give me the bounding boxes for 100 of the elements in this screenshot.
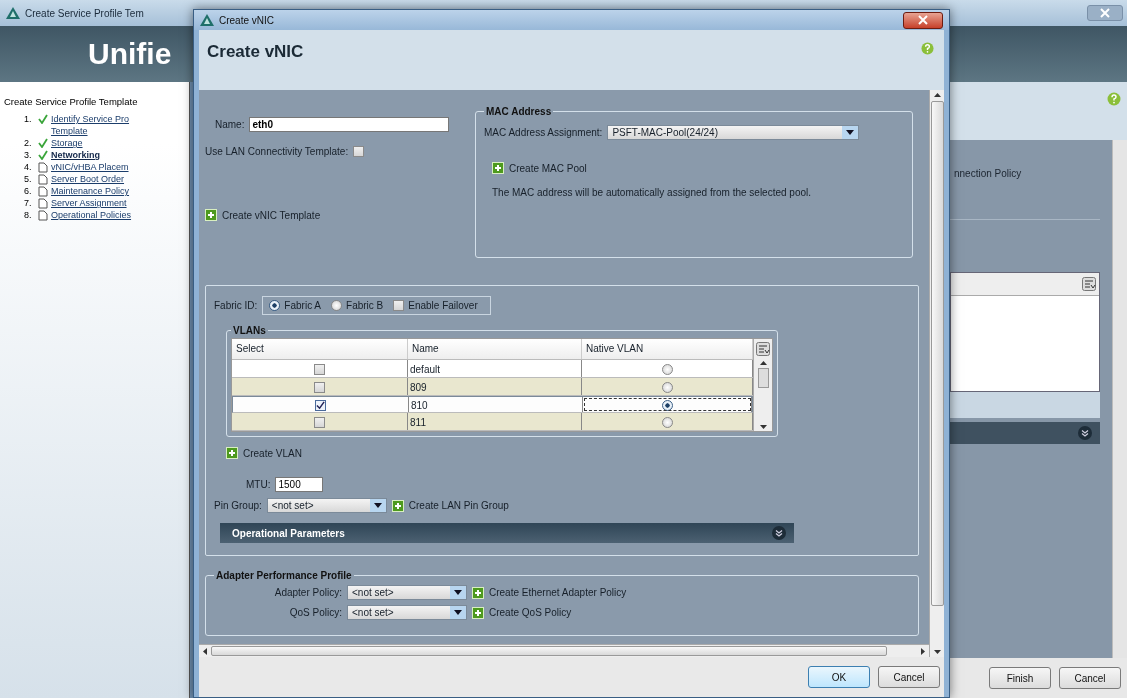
native-vlan-radio[interactable] xyxy=(661,364,673,375)
mtu-label: MTU: xyxy=(246,479,271,490)
arrow-up-icon[interactable] xyxy=(759,361,767,365)
plus-icon[interactable] xyxy=(472,586,484,599)
dialog-button[interactable]: Cancel xyxy=(878,666,940,688)
column-header[interactable]: Name xyxy=(408,339,582,359)
native-vlan-radio[interactable] xyxy=(661,417,673,428)
lan-template-checkbox[interactable] xyxy=(353,146,365,157)
header-title: Unifie xyxy=(88,37,172,71)
triangle-logo-icon xyxy=(6,7,20,19)
create-policy-link[interactable]: Create QoS Policy xyxy=(489,607,572,618)
step-link[interactable]: Operational Policies xyxy=(51,209,132,221)
step-number: 2. xyxy=(24,137,33,149)
step-link[interactable]: Server Assignment xyxy=(51,197,127,209)
step-number: 7. xyxy=(24,197,33,209)
wizard-title: Create Service Profile Template xyxy=(4,96,139,107)
arrow-down-icon[interactable] xyxy=(933,650,941,654)
step-number: 6. xyxy=(24,185,33,197)
step-link[interactable]: Server Boot Order xyxy=(51,173,125,185)
arrow-up-icon[interactable] xyxy=(933,93,941,97)
name-field[interactable]: eth0 xyxy=(249,117,450,132)
pin-group-dropdown[interactable]: <not set> xyxy=(266,498,387,513)
group-legend: VLANs xyxy=(231,325,268,336)
step-link[interactable]: Networking xyxy=(51,149,100,161)
window-title: Create Service Profile Tem xyxy=(25,7,144,19)
create-mac-pool-link[interactable]: Create MAC Pool xyxy=(509,162,587,174)
step-number: 1. xyxy=(24,113,33,125)
dialog-heading: Create vNIC xyxy=(207,42,304,62)
caret-down-icon[interactable] xyxy=(373,503,382,508)
caret-down-icon[interactable] xyxy=(846,130,855,135)
page-icon xyxy=(38,186,48,197)
vertical-scrollbar[interactable] xyxy=(1112,140,1127,658)
wizard-button[interactable]: Finish xyxy=(989,667,1051,689)
select-checkbox[interactable] xyxy=(314,364,325,375)
arrow-left-icon[interactable] xyxy=(203,647,207,655)
help-icon[interactable] xyxy=(1107,92,1121,106)
lan-template-label: Use LAN Connectivity Template: xyxy=(205,146,349,157)
fabric-option-label: Fabric B xyxy=(346,300,384,311)
failover-checkbox[interactable] xyxy=(393,300,405,311)
vlan-row[interactable]: 809 xyxy=(232,378,753,396)
vlan-row[interactable]: 811 xyxy=(232,413,753,431)
plus-icon[interactable] xyxy=(472,606,484,619)
caret-down-icon[interactable] xyxy=(454,610,462,615)
scroll-thumb[interactable] xyxy=(757,368,769,388)
mac-assignment-dropdown[interactable]: PSFT-MAC-Pool(24/24) xyxy=(607,125,860,140)
mtu-field[interactable]: 1500 xyxy=(275,477,324,492)
create-pin-group-link[interactable]: Create LAN Pin Group xyxy=(408,500,509,511)
column-chooser-icon[interactable] xyxy=(756,342,770,356)
close-icon[interactable] xyxy=(1100,8,1110,18)
operational-parameters-bar[interactable]: Operational Parameters xyxy=(220,523,794,543)
native-vlan-radio[interactable] xyxy=(661,382,673,393)
select-checkbox[interactable] xyxy=(314,382,325,393)
group-legend: Adapter Performance Profile xyxy=(214,570,354,581)
vertical-scrollbar[interactable] xyxy=(756,359,770,431)
vlan-row[interactable]: default xyxy=(232,360,753,378)
policy-label: nnection Policy xyxy=(954,168,1023,179)
plus-icon[interactable] xyxy=(226,447,238,459)
select-checkbox[interactable] xyxy=(314,417,325,428)
chevron-down-icon[interactable] xyxy=(772,526,786,540)
help-icon[interactable] xyxy=(921,42,934,55)
vlan-row[interactable]: 810 xyxy=(232,396,753,413)
plus-icon[interactable] xyxy=(391,499,404,512)
create-vlan-link[interactable]: Create VLAN xyxy=(243,447,302,459)
create-policy-link[interactable]: Create Ethernet Adapter Policy xyxy=(489,587,627,598)
step-number: 4. xyxy=(24,161,33,173)
step-number: 5. xyxy=(24,173,33,185)
pin-group-label: Pin Group: xyxy=(214,500,262,511)
vlan-name-cell: 810 xyxy=(409,397,583,412)
column-chooser-icon[interactable] xyxy=(1082,277,1096,291)
policy-dropdown[interactable]: <not set> xyxy=(347,585,467,600)
close-icon[interactable] xyxy=(918,15,928,25)
column-header[interactable]: Select xyxy=(232,339,408,359)
vertical-scrollbar[interactable] xyxy=(929,90,944,657)
step-link[interactable]: vNIC/vHBA Placem xyxy=(51,161,129,173)
window-title: Create vNIC xyxy=(219,14,274,26)
select-checkbox[interactable] xyxy=(315,400,326,411)
step-link[interactable]: Identify Service Pro Template xyxy=(51,113,130,137)
step-link[interactable]: Storage xyxy=(51,137,83,149)
dialog-button[interactable]: OK xyxy=(808,666,870,688)
plus-icon[interactable] xyxy=(205,209,217,221)
caret-down-icon[interactable] xyxy=(454,590,462,595)
fabric-id-label: Fabric ID: xyxy=(214,300,258,311)
wizard-button[interactable]: Cancel xyxy=(1059,667,1121,689)
scroll-thumb[interactable] xyxy=(211,646,887,656)
plus-icon[interactable] xyxy=(492,162,504,174)
native-vlan-radio[interactable] xyxy=(661,400,673,411)
vlan-name-cell: 811 xyxy=(408,413,582,430)
policy-label: QoS Policy: xyxy=(288,607,342,618)
fabric-radio[interactable] xyxy=(269,300,281,311)
fabric-radio[interactable] xyxy=(331,300,343,311)
triangle-logo-icon xyxy=(200,14,214,26)
step-link[interactable]: Maintenance Policy xyxy=(51,185,130,197)
scroll-thumb[interactable] xyxy=(930,101,944,606)
close-button[interactable] xyxy=(903,11,943,29)
horizontal-scrollbar[interactable] xyxy=(199,644,929,657)
create-vnic-template-link[interactable]: Create vNIC Template xyxy=(222,209,321,221)
arrow-down-icon[interactable] xyxy=(759,425,767,429)
policy-dropdown[interactable]: <not set> xyxy=(347,605,467,620)
chevron-down-icon[interactable] xyxy=(1078,426,1092,440)
arrow-right-icon[interactable] xyxy=(921,647,925,655)
